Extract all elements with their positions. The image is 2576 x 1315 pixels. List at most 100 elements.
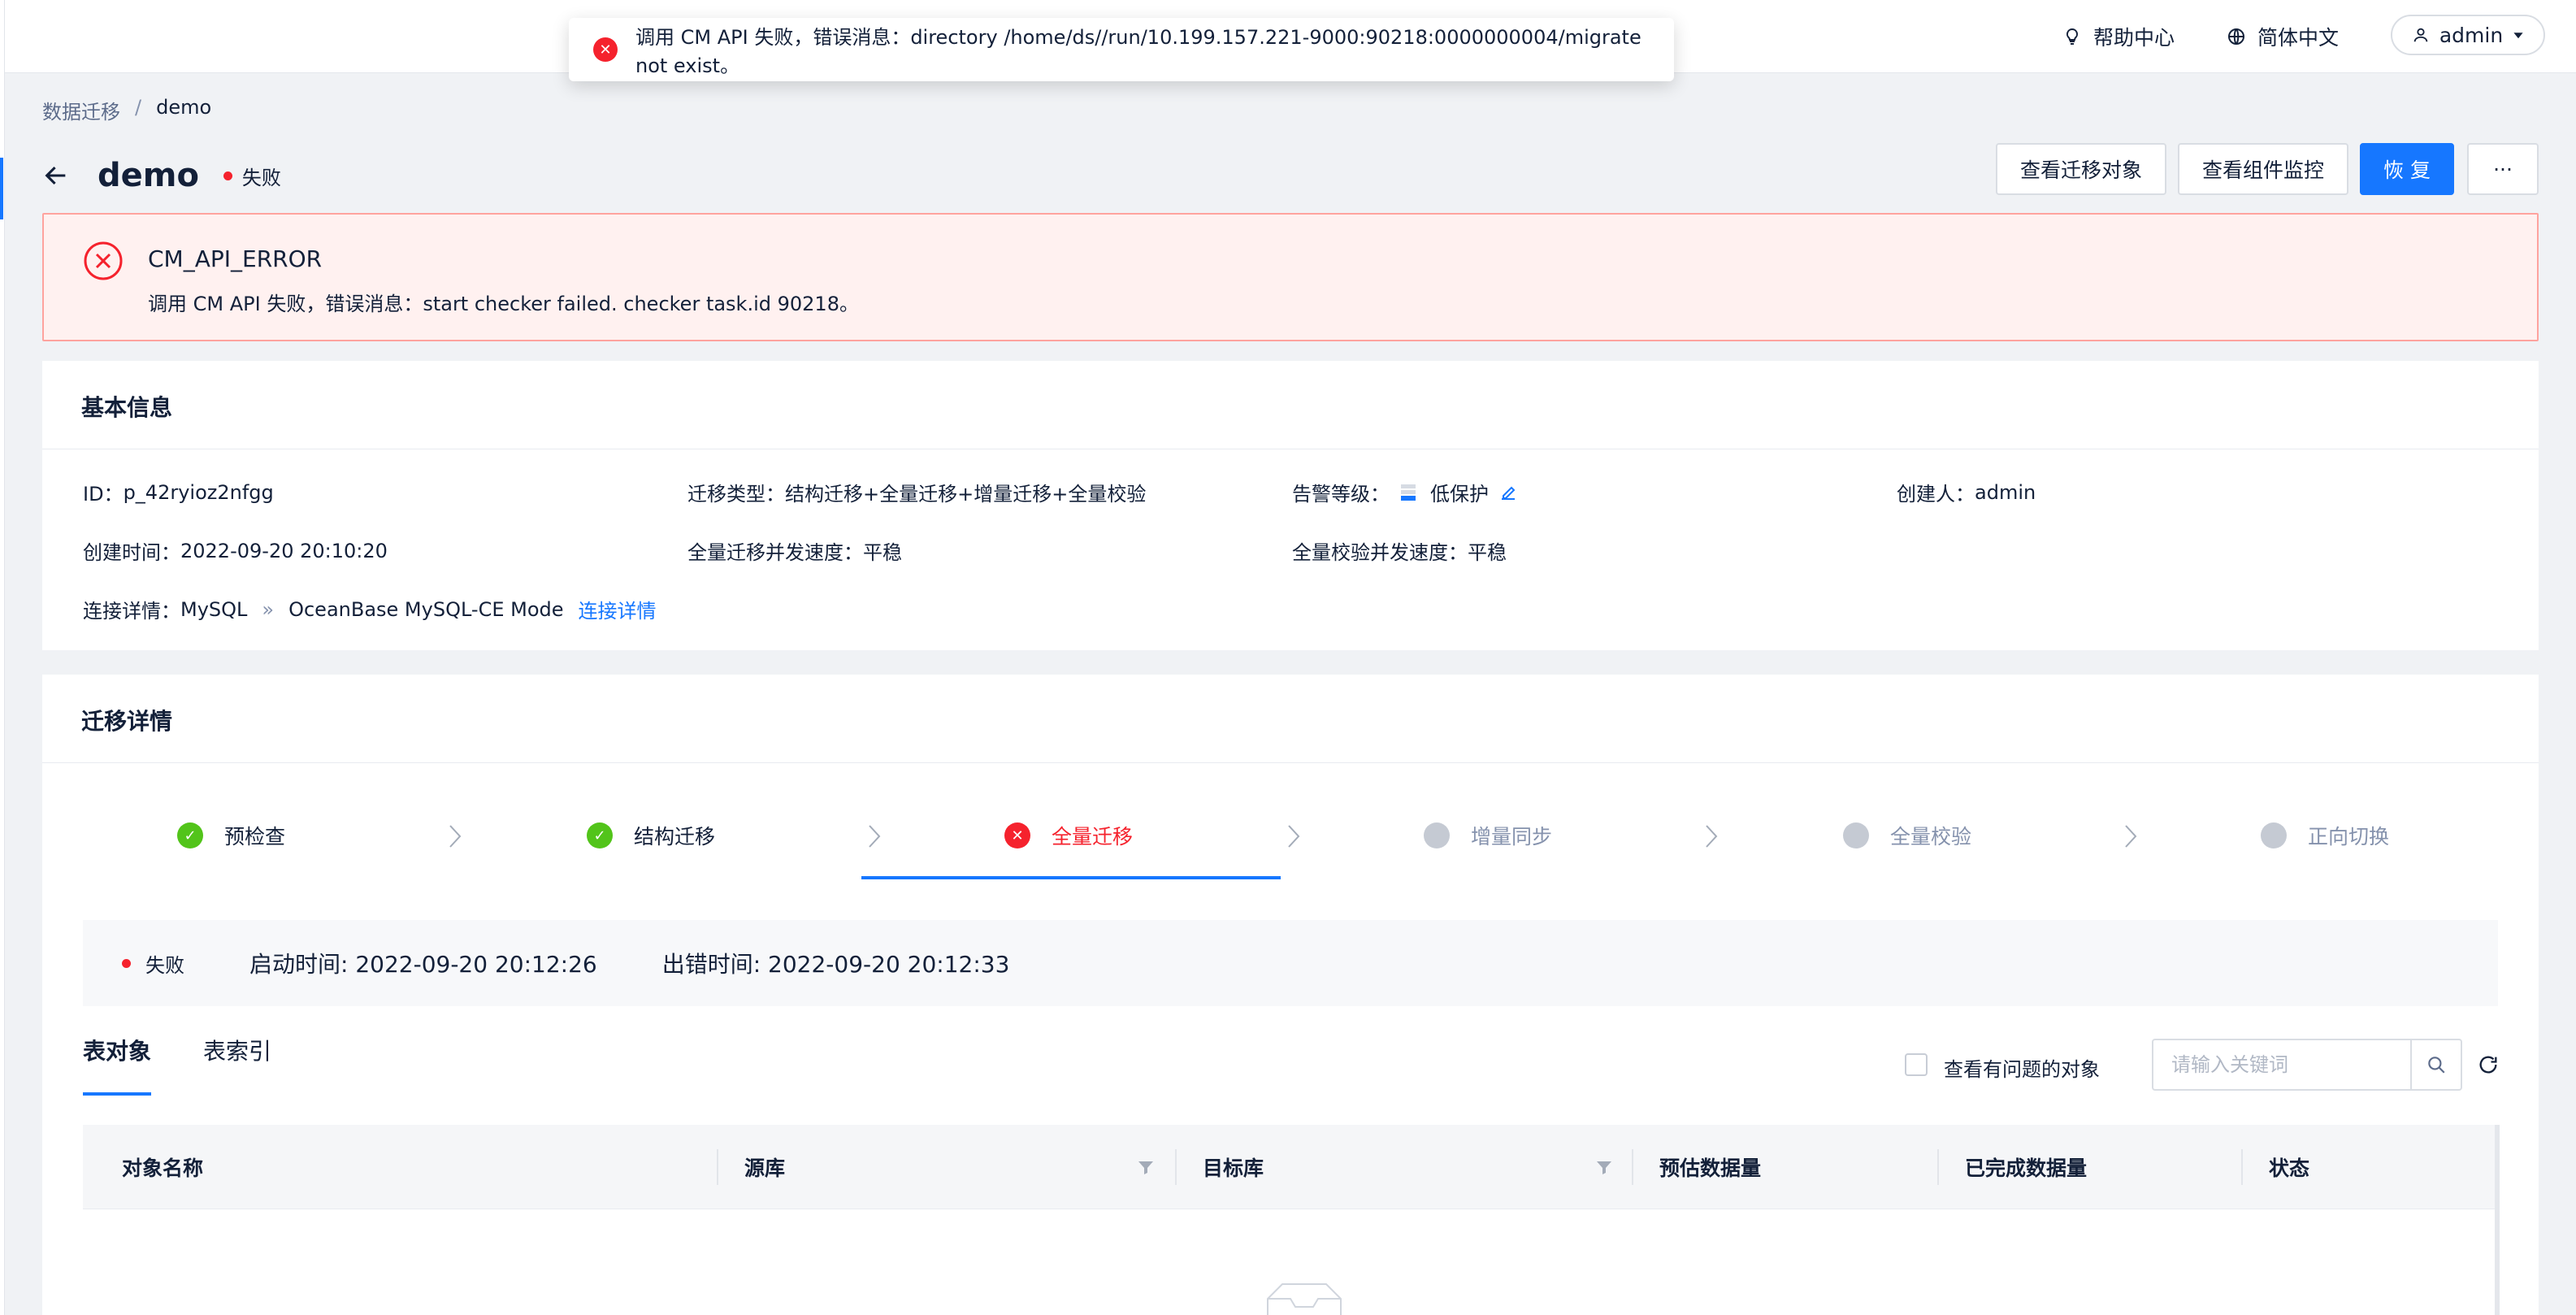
- step-label: 增量同步: [1471, 825, 1553, 848]
- full-speed-label: 全量迁移并发速度：: [687, 541, 863, 564]
- resume-button[interactable]: 恢 复: [2360, 143, 2454, 195]
- page-title: demo: [98, 157, 199, 194]
- back-arrow-icon[interactable]: [42, 162, 70, 189]
- error-toast: ✕ 调用 CM API 失败，错误消息：directory /home/ds//…: [569, 18, 1674, 81]
- status-text: 失败: [241, 166, 281, 189]
- user-icon: [2413, 28, 2428, 42]
- col-object-name: 对象名称: [122, 1157, 204, 1180]
- col-estimated-rows: 预估数据量: [1659, 1157, 1762, 1180]
- edit-icon[interactable]: [1498, 483, 1518, 502]
- pending-circle-icon: [2261, 822, 2287, 848]
- active-step-underline: [861, 876, 1281, 879]
- info-alarm-level: 告警等级： 低保护: [1292, 478, 1518, 506]
- side-rail-active-indicator: [0, 158, 3, 219]
- language-label: 简体中文: [2257, 26, 2340, 50]
- info-connection: 连接详情： MySQL » OceanBase MySQL-CE Mode 连接…: [83, 595, 657, 623]
- card-divider: [42, 762, 2539, 763]
- alarm-value: 低保护: [1430, 483, 1489, 506]
- connection-details-link[interactable]: 连接详情: [579, 595, 657, 623]
- view-monitor-button[interactable]: 查看组件监控: [2178, 143, 2348, 195]
- column-divider: [717, 1149, 718, 1185]
- created-label: 创建时间：: [83, 541, 180, 564]
- filter-icon[interactable]: [1136, 1157, 1156, 1177]
- toast-message: 调用 CM API 失败，错误消息：directory /home/ds//ru…: [635, 26, 1641, 77]
- step-status-text: 失败: [145, 953, 184, 977]
- table-scrollbar[interactable]: [2495, 1125, 2500, 1315]
- error-time: 出错时间: 2022-09-20 20:12:33: [661, 951, 1010, 978]
- step-label: 结构迁移: [634, 825, 716, 848]
- conn-target: OceanBase MySQL-CE Mode: [288, 597, 564, 621]
- verify-speed-label: 全量校验并发速度：: [1292, 541, 1468, 564]
- tab-table-indexes[interactable]: 表索引: [203, 1034, 271, 1066]
- status-dot: [223, 171, 232, 180]
- step-schema-migration[interactable]: ✓ 结构迁移: [587, 821, 715, 850]
- alert-message: 调用 CM API 失败，错误消息：start checker failed. …: [148, 293, 859, 315]
- info-migration-type: 迁移类型： 结构迁移+全量迁移+增量迁移+全量校验: [687, 478, 1146, 506]
- step-incremental-sync[interactable]: 增量同步: [1424, 821, 1552, 850]
- start-time: 启动时间: 2022-09-20 20:12:26: [249, 951, 597, 978]
- globe-icon: [2228, 28, 2244, 45]
- id-value: p_42ryioz2nfgg: [123, 480, 274, 504]
- basic-info-title: 基本信息: [81, 394, 173, 421]
- step-precheck[interactable]: ✓ 预检查: [177, 821, 285, 850]
- filter-icon[interactable]: [1594, 1157, 1614, 1177]
- column-divider: [1632, 1149, 1633, 1185]
- status-dot: [122, 958, 131, 968]
- error-circle-icon: ✕: [1004, 822, 1030, 848]
- search-button[interactable]: [2410, 1040, 2461, 1089]
- problem-only-checkbox[interactable]: [1905, 1053, 1928, 1076]
- alarm-bars-icon: [1401, 484, 1416, 501]
- close-circle-icon: [84, 241, 123, 280]
- refresh-icon[interactable]: [2477, 1053, 2500, 1076]
- step-forward-switch[interactable]: 正向切换: [2261, 821, 2389, 850]
- col-source-db: 源库: [744, 1157, 786, 1180]
- page-header: demo 失败: [42, 151, 281, 200]
- col-status: 状态: [2269, 1157, 2310, 1180]
- pending-circle-icon: [1424, 822, 1450, 848]
- user-name: admin: [2439, 23, 2504, 47]
- info-creator: 创建人： admin: [1897, 478, 2036, 506]
- verify-speed-value: 平稳: [1468, 541, 1507, 564]
- migration-detail-title: 迁移详情: [81, 708, 173, 735]
- step-label: 全量迁移: [1052, 825, 1134, 848]
- col-target-db: 目标库: [1203, 1157, 1264, 1180]
- help-center-link[interactable]: 帮助中心: [2062, 18, 2175, 55]
- chevron-right-icon: [1706, 825, 1718, 848]
- view-objects-button[interactable]: 查看迁移对象: [1996, 143, 2166, 195]
- check-circle-icon: ✓: [587, 822, 613, 848]
- error-alert: CM_API_ERROR 调用 CM API 失败，错误消息：start che…: [42, 213, 2539, 341]
- chevron-right-icon: [449, 825, 462, 848]
- status-badge: 失败: [223, 162, 281, 190]
- basic-info-card: 基本信息 ID： p_42ryioz2nfgg 迁移类型： 结构迁移+全量迁移+…: [42, 361, 2539, 650]
- language-switch[interactable]: 简体中文: [2227, 18, 2339, 55]
- step-full-verification[interactable]: 全量校验: [1843, 821, 1971, 850]
- search-box: [2152, 1039, 2462, 1091]
- problem-only-label[interactable]: 查看有问题的对象: [1944, 1053, 2100, 1082]
- step-label: 正向切换: [2308, 825, 2390, 848]
- breadcrumb: 数据迁移 / demo: [42, 96, 211, 124]
- info-created-time: 创建时间： 2022-09-20 20:10:20: [83, 536, 388, 565]
- info-id: ID： p_42ryioz2nfgg: [83, 478, 274, 506]
- created-value: 2022-09-20 20:10:20: [180, 539, 388, 562]
- chevron-right-icon: [2125, 825, 2137, 848]
- chevron-right-icon: [1288, 825, 1300, 848]
- id-label: ID：: [83, 483, 124, 506]
- double-chevron-icon: »: [262, 597, 275, 621]
- step-full-migration[interactable]: ✕ 全量迁移: [1004, 821, 1133, 850]
- conn-label: 连接详情：: [83, 600, 180, 623]
- breadcrumb-separator: /: [135, 96, 142, 119]
- pending-circle-icon: [1843, 822, 1869, 848]
- alarm-label: 告警等级：: [1292, 483, 1390, 506]
- check-circle-icon: ✓: [177, 822, 203, 848]
- more-actions-button[interactable]: ···: [2467, 143, 2539, 195]
- breadcrumb-parent-link[interactable]: 数据迁移: [42, 96, 120, 124]
- caret-down-icon: [2513, 33, 2523, 39]
- tab-table-objects[interactable]: 表对象: [83, 1034, 151, 1066]
- bulb-icon: [2066, 28, 2079, 45]
- app-root: 帮助中心 简体中文 admin ✕ 调用 CM API 失败，错误消息：dire…: [0, 0, 2576, 1315]
- user-menu[interactable]: admin: [2391, 15, 2545, 55]
- creator-value: admin: [1975, 480, 2036, 504]
- step-label: 预检查: [224, 825, 286, 848]
- search-input[interactable]: [2153, 1040, 2413, 1089]
- tab-active-indicator: [83, 1092, 151, 1096]
